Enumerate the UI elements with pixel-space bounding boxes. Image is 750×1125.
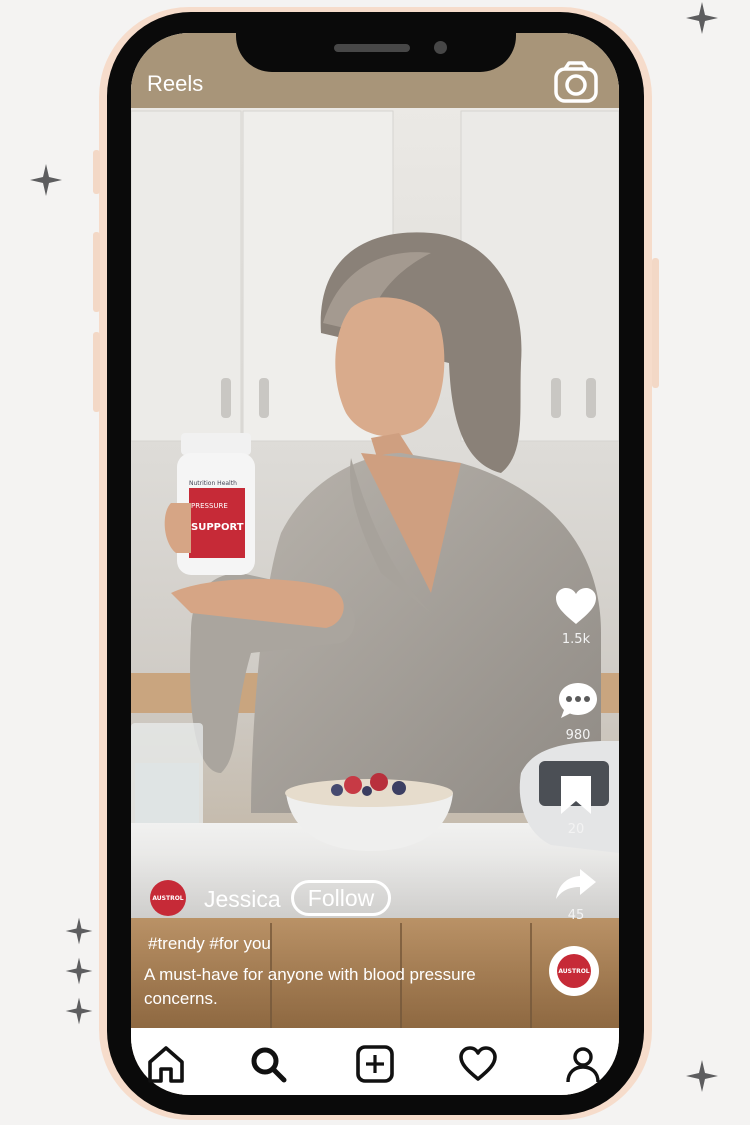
comment-icon <box>559 683 597 718</box>
share-button[interactable]: 45 <box>551 866 601 923</box>
share-icon <box>556 869 596 899</box>
like-count: 1.5k <box>561 632 591 647</box>
camera-icon[interactable] <box>553 60 599 104</box>
save-button[interactable]: 20 <box>551 774 601 837</box>
create-icon[interactable] <box>355 1044 395 1084</box>
share-count: 45 <box>567 908 585 923</box>
comment-button[interactable]: 980 <box>553 680 603 743</box>
page-title: Reels <box>147 71 204 96</box>
phone-side-button <box>652 258 659 388</box>
caption: A must-have for anyone with blood pressu… <box>144 965 476 1008</box>
sparkle-icon <box>686 1060 718 1092</box>
follow-button[interactable]: Follow <box>291 880 391 916</box>
home-icon[interactable] <box>146 1044 186 1084</box>
sparkle-icon <box>30 164 62 196</box>
sparkle-icon <box>65 997 93 1025</box>
profile-icon[interactable] <box>563 1044 603 1084</box>
phone-side-button <box>93 150 100 194</box>
sparkle-icon <box>65 957 93 985</box>
heart-icon <box>556 588 596 624</box>
bottle-label-top: PRESSURE <box>191 502 228 510</box>
hashtags[interactable]: #trendy #for you <box>148 934 271 954</box>
phone-side-button <box>93 232 100 312</box>
comment-count: 980 <box>565 728 591 743</box>
music-avatar: AUSTROL <box>557 954 591 988</box>
bottle-brand-text: Nutrition Health <box>189 480 237 487</box>
bottle-label-main: SUPPORT <box>191 522 244 533</box>
phone-side-button <box>93 332 100 412</box>
sparkle-icon <box>686 2 718 34</box>
save-count: 20 <box>567 822 585 837</box>
avatar[interactable]: AUSTROL <box>150 880 186 916</box>
music-disc[interactable]: AUSTROL <box>549 946 599 996</box>
search-icon[interactable] <box>248 1044 288 1084</box>
activity-icon[interactable] <box>458 1044 498 1084</box>
phone-notch <box>236 12 516 72</box>
sparkle-icon <box>65 917 93 945</box>
username[interactable]: Jessica <box>204 886 281 913</box>
bookmark-icon <box>561 776 591 814</box>
front-camera <box>434 41 447 54</box>
like-button[interactable]: 1.5k <box>551 586 601 647</box>
phone-speaker <box>334 44 410 52</box>
